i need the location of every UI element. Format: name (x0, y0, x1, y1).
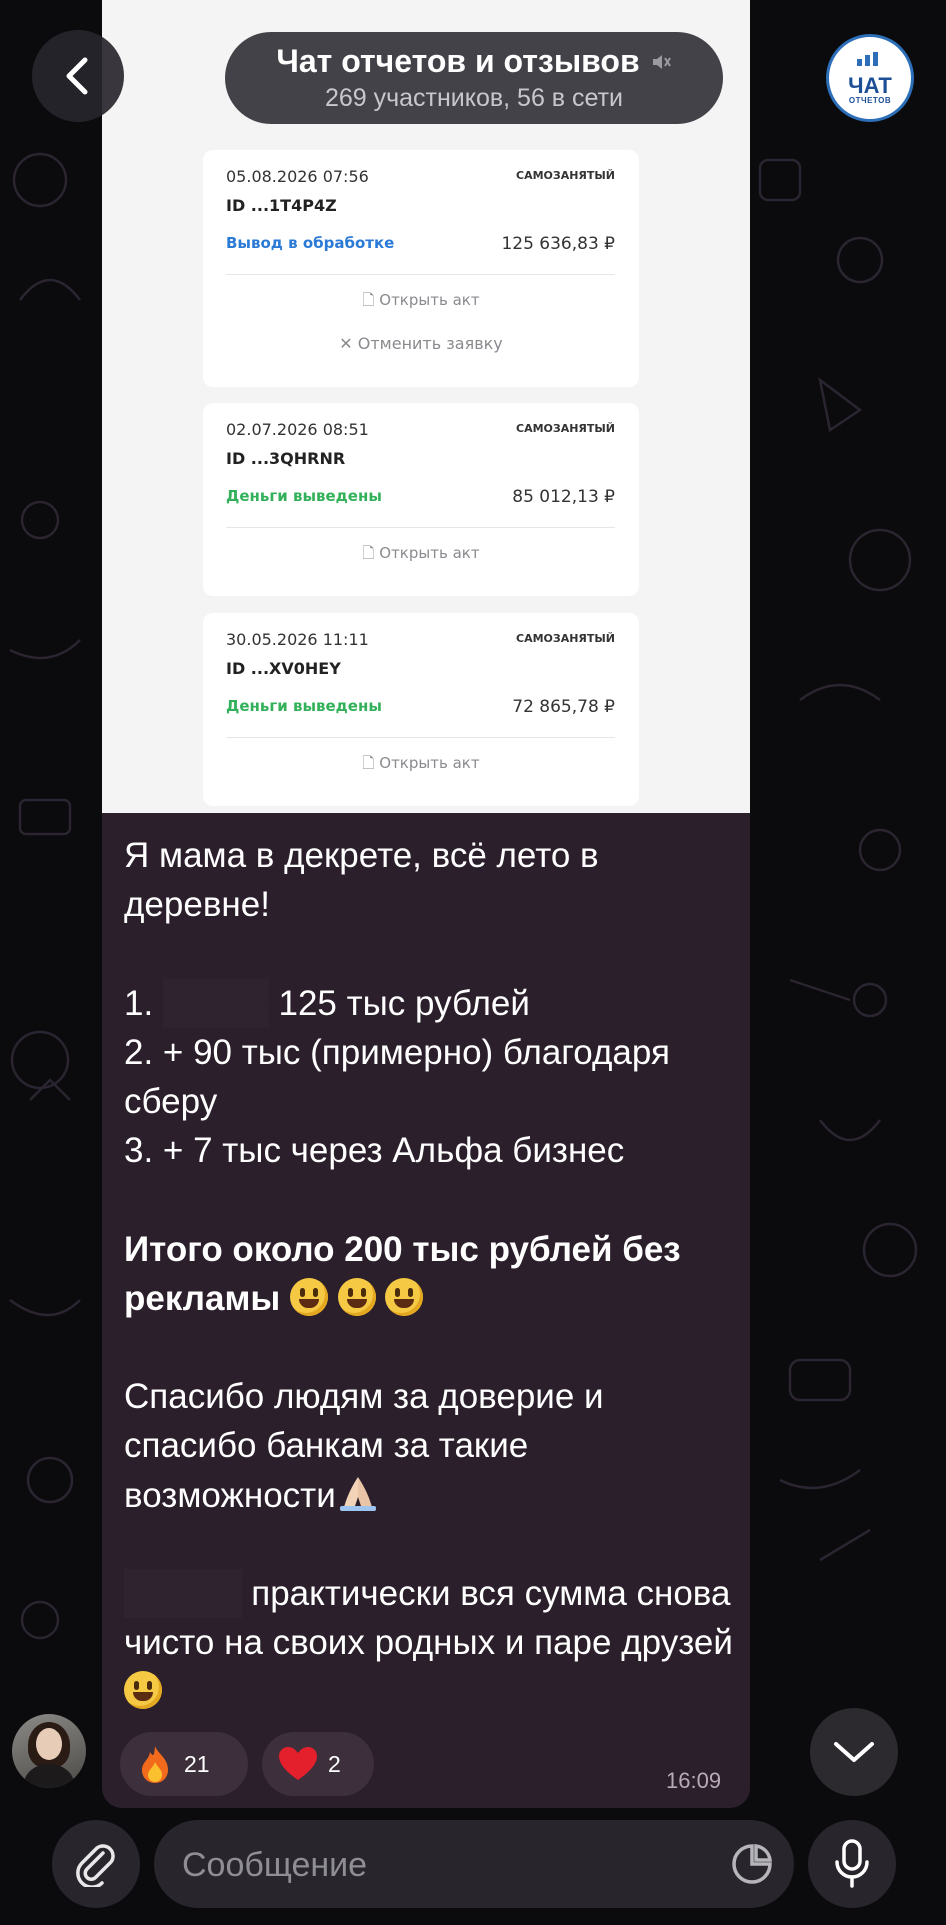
divider (226, 527, 615, 528)
speaker-muted-icon (652, 54, 671, 69)
payout-status: Вывод в обработке (226, 234, 395, 252)
reaction-heart[interactable]: 2 (262, 1732, 374, 1796)
payout-date: 30.05.2026 11:11 (226, 630, 369, 649)
divider (226, 737, 615, 738)
scroll-down-button[interactable] (810, 1708, 898, 1796)
microphone-icon (835, 1839, 869, 1888)
payout-card: 30.05.2026 11:11 САМОЗАНЯТЫЙ ID ...XV0HE… (203, 613, 639, 806)
document-icon: 🗋 (362, 754, 380, 772)
redacted-text: Кстати, (124, 1569, 242, 1619)
message-paragraph: Кстати, практически вся сумма снова чист… (124, 1569, 740, 1711)
group-avatar-text: ЧАТ (848, 72, 892, 98)
payout-id: ID ...3QHRNR (226, 449, 346, 468)
heart-icon (279, 1747, 317, 1780)
sender-avatar[interactable] (12, 1714, 86, 1788)
payout-status: Деньги выведены (226, 487, 382, 505)
smile-emoji-icon (124, 1671, 162, 1710)
message-input-container[interactable] (154, 1820, 794, 1910)
payout-card: 05.08.2026 07:56 САМОЗАНЯТЫЙ ID ...1T4P4… (203, 150, 639, 387)
payout-type: САМОЗАНЯТЫЙ (516, 632, 615, 645)
message-bubble[interactable]: Я мама в декрете, всё лето в деревне! 1.… (102, 813, 750, 1808)
open-act-label: Открыть акт (379, 544, 480, 562)
message-input[interactable] (180, 1820, 704, 1910)
back-button[interactable] (32, 30, 124, 122)
payout-id: ID ...1T4P4Z (226, 196, 337, 215)
message-total: Итого около 200 тыс рублей без рекламы (124, 1229, 691, 1318)
message-time: 16:09 (666, 1768, 722, 1793)
payout-type: САМОЗАНЯТЫЙ (516, 169, 615, 182)
message-text: Я мама в декрете, всё лето в деревне! 1.… (124, 831, 734, 1717)
payout-status: Деньги выведены (226, 697, 382, 715)
document-icon: 🗋 (362, 544, 380, 562)
open-act-link: 🗋 Открыть акт (203, 290, 639, 315)
chevron-left-icon (66, 57, 88, 95)
chevron-down-icon (834, 1742, 874, 1762)
list-item: 2. + 90 тыс (примерно) благодаря сберу (124, 1032, 680, 1122)
chat-title: Чат отчетов и отзывов (276, 43, 640, 79)
reaction-fire[interactable]: 21 (120, 1732, 248, 1796)
group-avatar-subtext: ОТЧЕТОВ (848, 95, 892, 105)
message-paragraph: Я мама в декрете, всё лето в деревне! (124, 836, 609, 925)
list-item: 1. Вывод 125 тыс рублей (124, 978, 530, 1028)
message-paragraph: Спасибо людям за доверие и спасибо банка… (124, 1377, 614, 1515)
praying-hands-icon (339, 1476, 376, 1511)
payout-amount: 85 012,13 ₽ (512, 487, 615, 507)
divider (226, 274, 615, 275)
paperclip-icon (76, 1844, 115, 1887)
payout-amount: 125 636,83 ₽ (501, 234, 615, 254)
smile-emoji-icon (385, 1277, 424, 1316)
microphone-button[interactable] (808, 1820, 896, 1908)
payout-card: 02.07.2026 08:51 САМОЗАНЯТЫЙ ID ...3QHRN… (203, 403, 639, 596)
sticker-icon[interactable] (730, 1842, 774, 1886)
open-act-label: Открыть акт (379, 754, 480, 772)
document-icon: 🗋 (362, 291, 380, 309)
payout-id: ID ...XV0HEY (226, 659, 341, 678)
payout-date: 02.07.2026 08:51 (226, 420, 369, 439)
chart-icon (857, 51, 878, 66)
list-item: 3. + 7 тыс через Альфа бизнес (124, 1131, 625, 1171)
attach-button[interactable] (52, 1820, 140, 1908)
group-avatar[interactable]: ЧАТ ОТЧЕТОВ (826, 34, 914, 122)
payout-amount: 72 865,78 ₽ (512, 697, 615, 717)
cancel-request-label: Отменить заявку (357, 334, 503, 353)
reaction-count: 2 (328, 1750, 341, 1777)
fire-icon (142, 1746, 168, 1783)
chat-header[interactable]: Чат отчетов и отзывов 269 участников, 56… (225, 32, 723, 124)
redacted-text: Вывод (162, 978, 269, 1028)
open-act-link: 🗋 Открыть акт (203, 753, 639, 778)
payout-date: 05.08.2026 07:56 (226, 167, 369, 186)
open-act-link: 🗋 Открыть акт (203, 543, 639, 568)
cancel-request-link: ✕ Отменить заявку (203, 334, 639, 353)
payout-type: САМОЗАНЯТЫЙ (516, 422, 615, 435)
open-act-label: Открыть акт (379, 291, 480, 309)
chat-subtitle: 269 участников, 56 в сети (324, 84, 624, 112)
smile-emoji-icon (290, 1277, 329, 1316)
reaction-count: 21 (184, 1750, 210, 1777)
smile-emoji-icon (337, 1277, 376, 1316)
close-icon: ✕ (339, 334, 358, 353)
